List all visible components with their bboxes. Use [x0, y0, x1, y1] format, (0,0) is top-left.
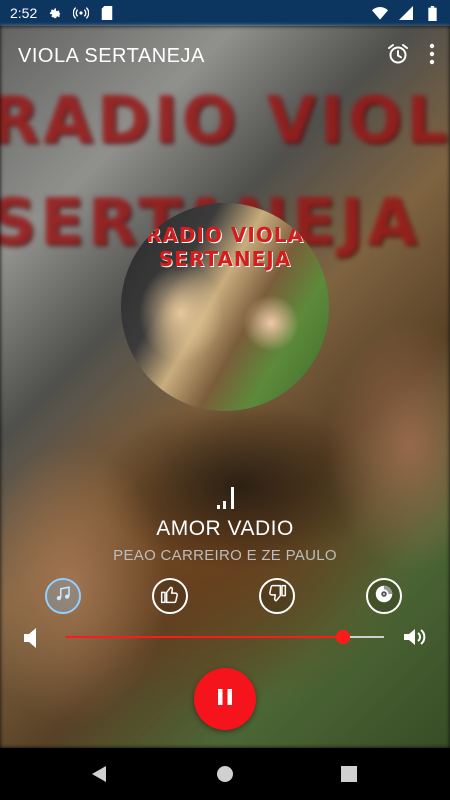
sd-card-icon: [99, 5, 115, 21]
gear-icon: [47, 5, 63, 21]
status-bar: 2:52: [0, 0, 450, 26]
music-note-icon: [54, 585, 72, 608]
album-label-line2: SERTANEJA: [158, 247, 292, 271]
app-title: VIOLA SERTANEJA: [18, 44, 205, 67]
thumbs-up-icon: [160, 584, 180, 609]
cd-icon: [373, 583, 395, 610]
home-icon[interactable]: [216, 765, 234, 788]
music-library-button[interactable]: [45, 578, 81, 614]
pause-icon: [217, 688, 233, 711]
alarm-icon[interactable]: [386, 42, 410, 71]
track-title: AMOR VADIO: [156, 517, 294, 540]
wifi-icon: [372, 5, 388, 21]
like-button[interactable]: [152, 578, 188, 614]
track-artist: PEAO CARREIRO E ZE PAULO: [113, 547, 337, 564]
recents-icon[interactable]: [341, 766, 357, 787]
volume-control: [0, 624, 450, 652]
broadcast-icon: [73, 5, 90, 21]
dislike-button[interactable]: [259, 578, 295, 614]
back-icon[interactable]: [91, 765, 107, 788]
battery-icon: [424, 5, 440, 21]
pause-button[interactable]: [194, 668, 256, 730]
volume-slider[interactable]: [66, 630, 384, 644]
cd-button[interactable]: [366, 578, 402, 614]
navigation-bar: [0, 748, 450, 800]
album-art: RADIO VIOLA SERTANEJA: [121, 203, 329, 411]
more-vert-icon[interactable]: [428, 43, 436, 70]
album-label-line1: RADIO VIOLA: [145, 223, 305, 247]
action-buttons: [0, 577, 450, 617]
volume-low-icon[interactable]: [24, 627, 38, 654]
signal-icon: [398, 5, 414, 21]
volume-slider-thumb[interactable]: [335, 630, 350, 644]
thumbs-down-icon: [267, 584, 287, 609]
volume-slider-fill: [66, 636, 343, 638]
app-bar: VIOLA SERTANEJA: [0, 30, 450, 82]
volume-high-icon[interactable]: [402, 625, 426, 654]
status-time: 2:52: [10, 5, 38, 21]
equalizer-icon: [214, 485, 238, 509]
